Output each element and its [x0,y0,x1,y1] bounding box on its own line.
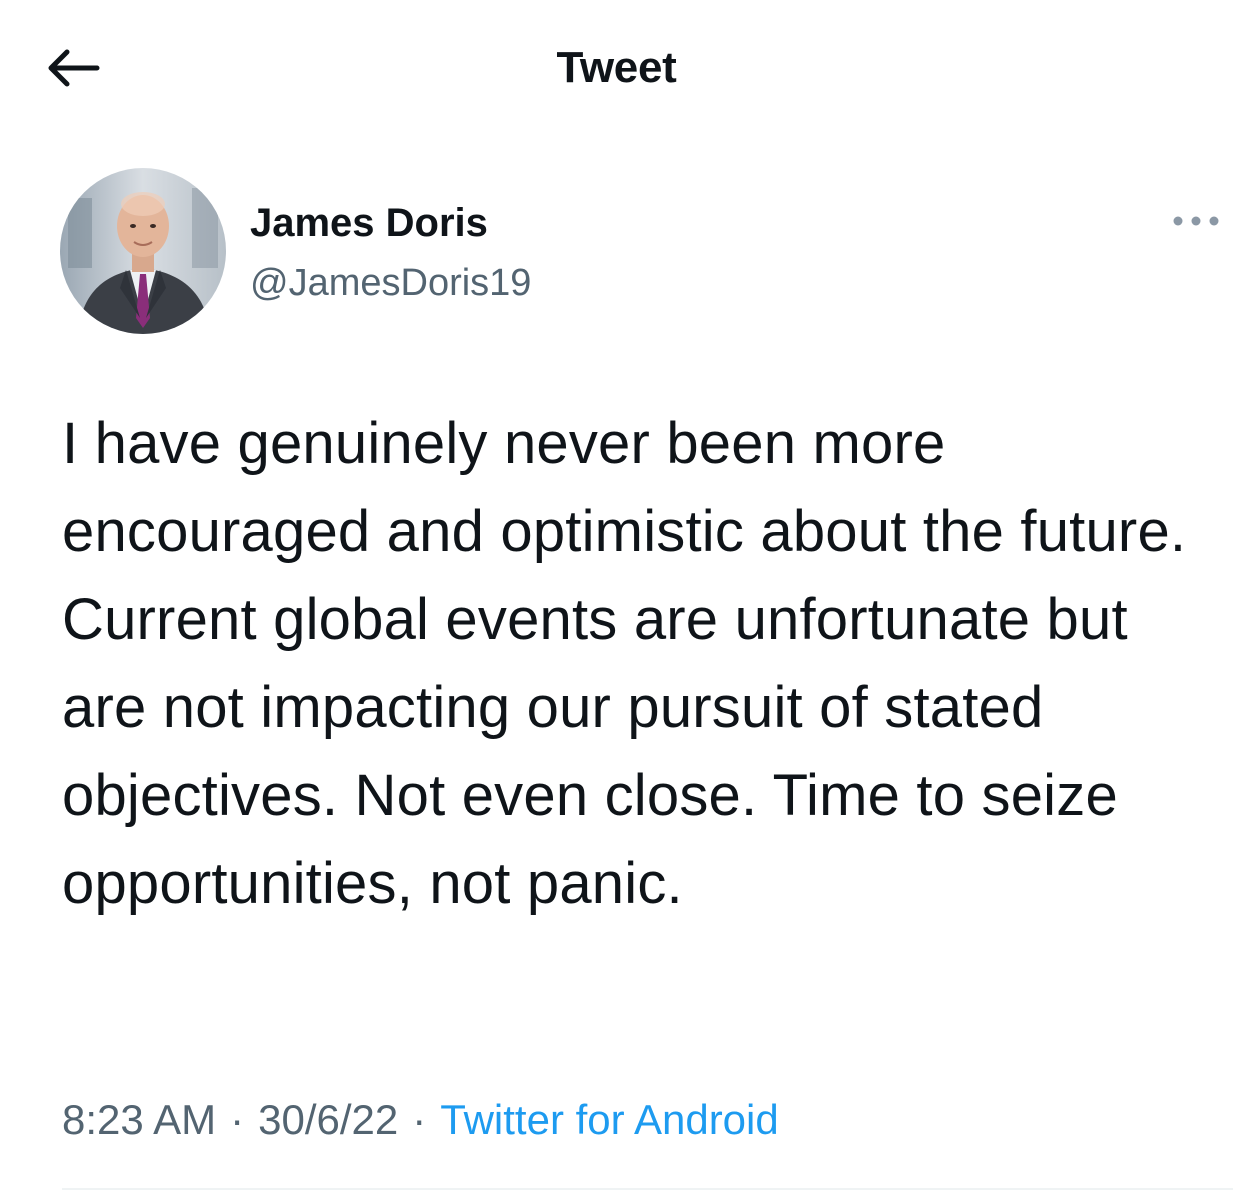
divider [62,1188,1233,1190]
author-display-name[interactable]: James Doris [250,198,488,248]
profile-photo [60,168,226,334]
author-handle[interactable]: @JamesDoris19 [250,260,531,306]
tweet-metadata: 8:23 AM · 30/6/22 · Twitter for Android [62,1092,779,1148]
tweet-author: James Doris @JamesDoris19 [60,168,1160,338]
tweet-time[interactable]: 8:23 AM [62,1096,216,1143]
tweet-text: I have genuinely never been more encoura… [62,411,1187,916]
page-title: Tweet [556,43,677,92]
separator-dot: · [230,1096,245,1143]
separator-dot: · [412,1096,427,1143]
tweet-date[interactable]: 30/6/22 [258,1096,398,1143]
more-options-button[interactable] [1168,204,1224,238]
more-options-icon [1173,216,1219,226]
tweet-source-link[interactable]: Twitter for Android [440,1096,778,1143]
avatar[interactable] [60,168,226,334]
top-bar: Tweet [0,0,1233,130]
